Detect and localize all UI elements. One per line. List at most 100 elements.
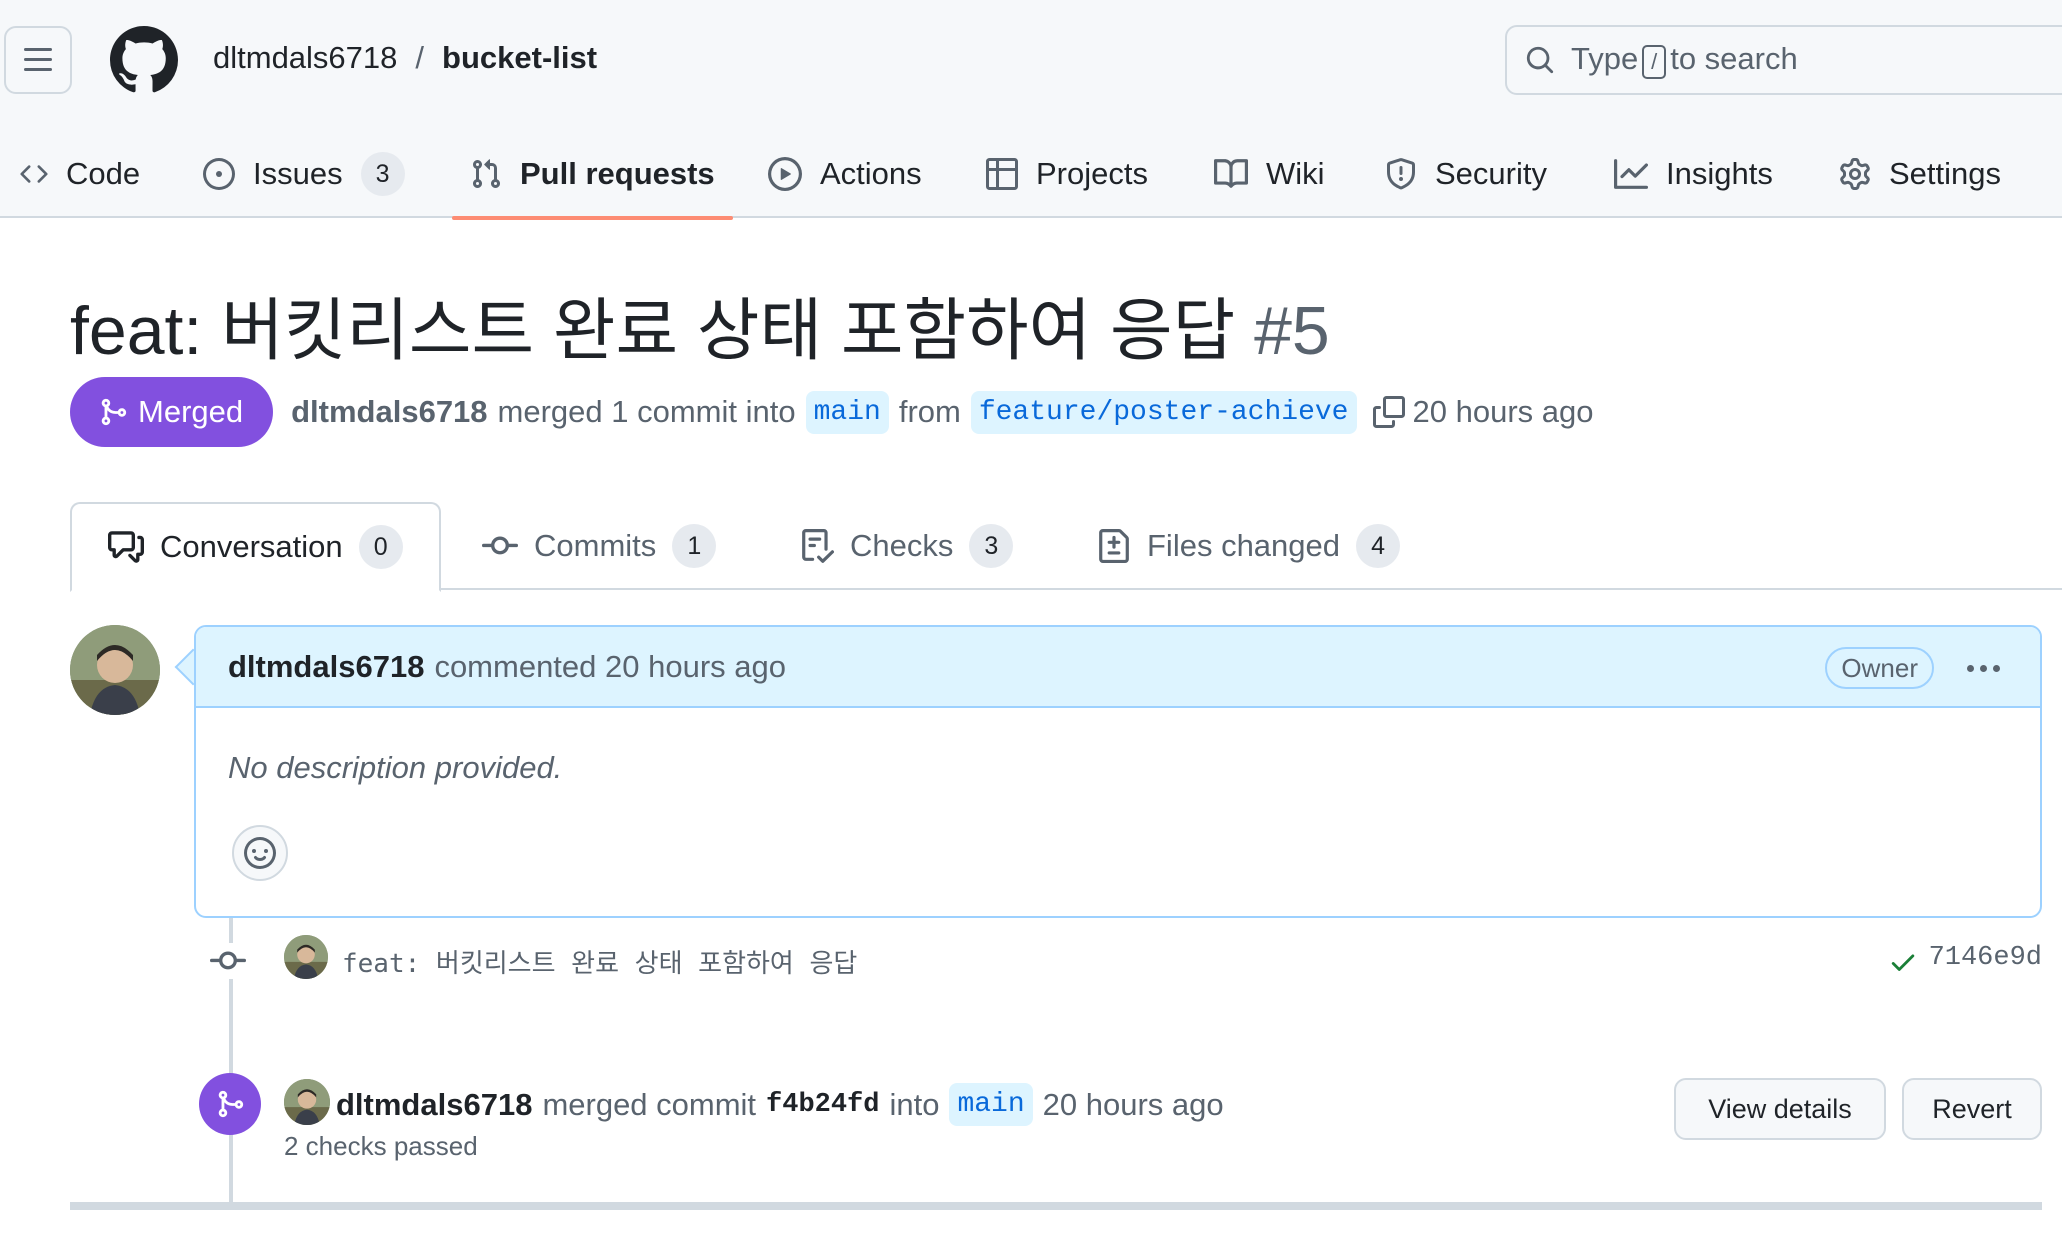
checklist-icon: [800, 529, 834, 563]
nav-code[interactable]: Code: [20, 130, 140, 218]
git-merge-icon: [215, 1089, 245, 1119]
merge-base-branch[interactable]: main: [949, 1083, 1033, 1126]
repo-nav: Code Issues 3 Pull requests Actions Proj…: [0, 130, 2062, 220]
page-title: feat: 버킷리스트 완료 상태 포함하여 응답 #5: [70, 275, 1330, 374]
nav-settings[interactable]: Settings: [1839, 130, 2001, 218]
status-label: Merged: [138, 394, 244, 429]
merge-summary: dltmdals6718 merged commit f4b24fd into …: [336, 1083, 1224, 1126]
comment-action: commented 20 hours ago: [434, 648, 786, 684]
pr-time: 20 hours ago: [1412, 394, 1594, 429]
search-shortcut-key: /: [1642, 45, 1667, 79]
comment-author-link[interactable]: dltmdals6718: [228, 649, 424, 685]
nav-actions[interactable]: Actions: [768, 130, 922, 218]
checks-passed-text: 2 checks passed: [284, 1131, 478, 1161]
menu-button[interactable]: [4, 26, 72, 94]
git-commit-icon: [482, 528, 518, 564]
tab-commits-label: Commits: [534, 528, 657, 563]
repo-owner-link[interactable]: dltmdals6718: [213, 40, 397, 76]
nav-issues-label: Issues: [253, 156, 343, 191]
merge-badge: [199, 1073, 261, 1135]
merge-text-before: merged commit: [542, 1086, 757, 1122]
git-commit-icon: [210, 943, 246, 979]
timeline-divider: [70, 1202, 2042, 1210]
comment-body: No description provided.: [228, 750, 563, 785]
copy-icon[interactable]: [1372, 396, 1405, 428]
code-icon: [20, 160, 48, 188]
tab-checks-label: Checks: [850, 528, 954, 563]
graph-icon: [1614, 157, 1648, 191]
tab-commits[interactable]: Commits 1: [482, 502, 717, 590]
check-icon[interactable]: [1888, 947, 1918, 977]
comment-discussion-icon: [108, 529, 144, 565]
comment-card: dltmdals6718 commented 20 hours ago Owne…: [194, 625, 2042, 918]
avatar[interactable]: [70, 625, 160, 715]
repo-name-link[interactable]: bucket-list: [442, 40, 597, 76]
pr-meta: Merged dltmdals6718 merged 1 commit into…: [70, 377, 1593, 447]
nav-insights[interactable]: Insights: [1614, 130, 1773, 218]
search-placeholder: Type / to search: [1571, 41, 1798, 79]
checks-counter: 3: [969, 524, 1014, 568]
conversation-counter: 0: [358, 525, 403, 569]
nav-pull-requests-label: Pull requests: [520, 156, 715, 191]
merge-text-into: into: [889, 1086, 940, 1122]
nav-projects-label: Projects: [1036, 156, 1148, 191]
merge-time: 20 hours ago: [1042, 1086, 1224, 1122]
kebab-horizontal-icon[interactable]: [1967, 651, 2000, 685]
github-logo-icon[interactable]: [110, 26, 178, 94]
search-icon: [1525, 45, 1555, 75]
view-details-button[interactable]: View details: [1674, 1078, 1886, 1140]
commit-sha-link[interactable]: 7146e9d: [1929, 943, 2042, 973]
issues-counter: 3: [360, 152, 405, 196]
breadcrumb-separator: /: [415, 40, 425, 75]
owner-badge: Owner: [1825, 647, 1934, 689]
git-merge-icon: [98, 397, 128, 427]
nav-issues[interactable]: Issues 3: [203, 130, 405, 218]
tab-files-changed[interactable]: Files changed 4: [1097, 502, 1401, 590]
nav-security-label: Security: [1435, 156, 1547, 191]
head-branch[interactable]: feature/poster-achieve: [970, 390, 1357, 434]
commit-row: feat: 버킷리스트 완료 상태 포함하여 응답 7146e9d: [210, 935, 2042, 985]
base-branch[interactable]: main: [805, 390, 889, 434]
breadcrumb: dltmdals6718 / bucket-list: [213, 40, 597, 76]
from-text: from: [898, 394, 961, 429]
tab-checks[interactable]: Checks 3: [800, 502, 1014, 590]
merged-text: merged 1 commit into: [497, 394, 796, 429]
merge-author-link[interactable]: dltmdals6718: [336, 1087, 532, 1123]
play-icon: [768, 157, 802, 191]
book-icon: [1214, 157, 1248, 191]
hamburger-icon: [22, 44, 54, 76]
merge-author-avatar[interactable]: [284, 1079, 330, 1125]
tab-files-changed-label: Files changed: [1147, 528, 1341, 563]
nav-wiki[interactable]: Wiki: [1214, 130, 1325, 218]
pr-number: #5: [1254, 293, 1330, 369]
commit-message-link[interactable]: feat: 버킷리스트 완료 상태 포함하여 응답: [342, 943, 857, 980]
issue-icon: [203, 158, 235, 190]
nav-settings-label: Settings: [1889, 156, 2002, 191]
smiley-icon: [244, 837, 276, 869]
pull-request-icon: [470, 158, 502, 190]
app-header: dltmdals6718 / bucket-list Type / to searc…: [0, 0, 2062, 220]
merge-commit-sha-link[interactable]: f4b24fd: [766, 1090, 879, 1120]
nav-projects[interactable]: Projects: [986, 130, 1148, 218]
file-diff-icon: [1097, 529, 1131, 563]
add-reaction-button[interactable]: [232, 825, 288, 881]
shield-icon: [1385, 158, 1417, 190]
nav-code-label: Code: [66, 156, 141, 191]
search-input[interactable]: Type / to search: [1505, 25, 2062, 95]
comment-header: dltmdals6718 commented 20 hours ago Owne…: [196, 627, 2040, 708]
tab-conversation-label: Conversation: [160, 529, 343, 564]
nav-actions-label: Actions: [820, 156, 922, 191]
nav-pull-requests[interactable]: Pull requests: [452, 130, 733, 220]
commit-author-avatar[interactable]: [284, 935, 328, 979]
commits-counter: 1: [672, 524, 717, 568]
nav-wiki-label: Wiki: [1266, 156, 1325, 191]
nav-security[interactable]: Security: [1385, 130, 1547, 218]
nav-insights-label: Insights: [1666, 156, 1773, 191]
tab-conversation[interactable]: Conversation 0: [70, 502, 441, 592]
pr-author-link[interactable]: dltmdals6718: [291, 394, 487, 430]
gear-icon: [1839, 158, 1871, 190]
pr-title-text: feat: 버킷리스트 완료 상태 포함하여 응답: [70, 293, 1236, 369]
revert-button[interactable]: Revert: [1902, 1078, 2042, 1140]
pr-tabs: Conversation 0 Commits 1 Checks 3 Files …: [70, 502, 2062, 592]
status-badge: Merged: [70, 377, 274, 447]
